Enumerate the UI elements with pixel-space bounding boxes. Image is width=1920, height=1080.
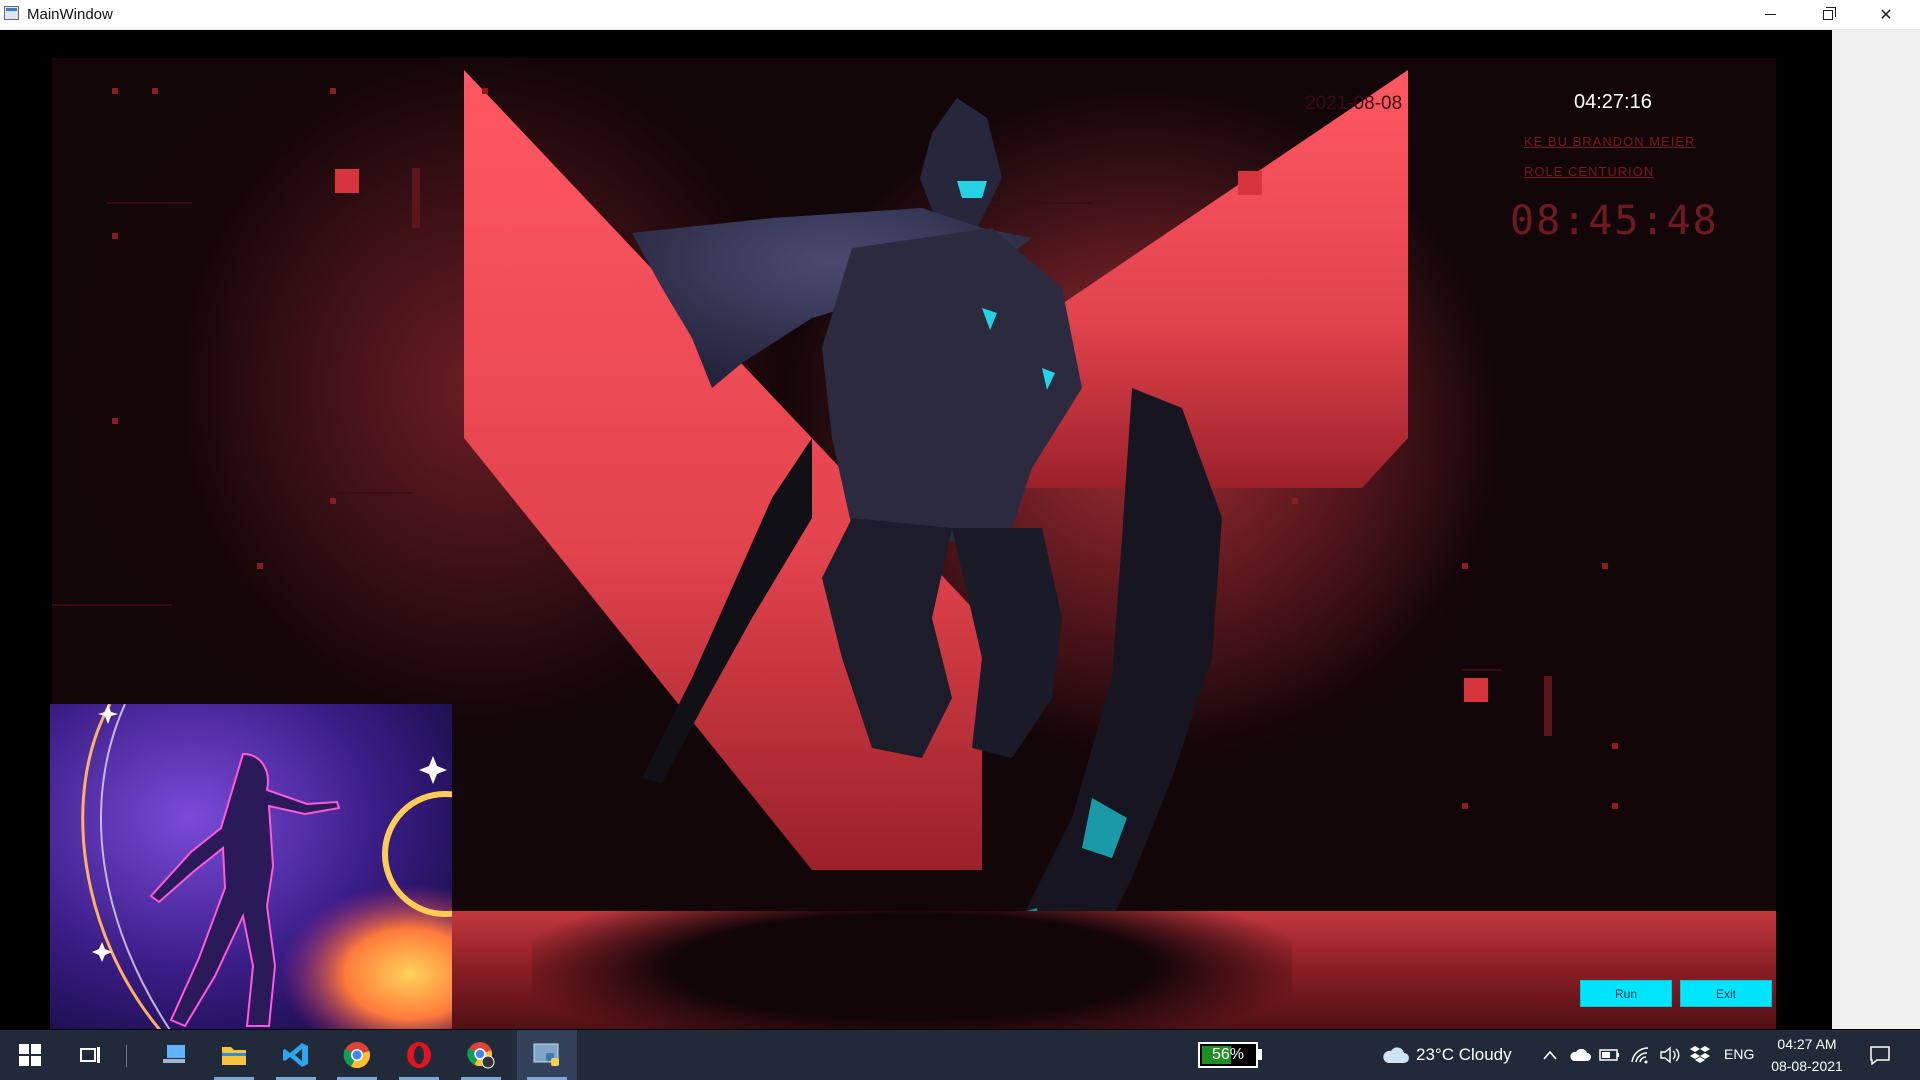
speaker-icon xyxy=(1660,1046,1680,1064)
weather-text: 23°C Cloudy xyxy=(1416,1045,1512,1064)
battery-icon xyxy=(1599,1049,1619,1061)
overlay-clock-label: 04:27:16 xyxy=(1574,91,1652,113)
app-window-icon xyxy=(4,6,19,20)
taskbar-separator xyxy=(126,1045,127,1067)
close-icon: ✕ xyxy=(1879,6,1893,24)
taskbar-this-pc[interactable] xyxy=(144,1030,204,1080)
onedrive-tray[interactable] xyxy=(1568,1042,1592,1068)
show-hidden-icons-button[interactable] xyxy=(1538,1042,1562,1068)
dropbox-tray[interactable] xyxy=(1688,1042,1712,1068)
taskbar-clock-date[interactable]: 08-08-2021 xyxy=(1766,1058,1848,1074)
taskbar-chrome-profile[interactable] xyxy=(451,1030,511,1080)
restore-button[interactable] xyxy=(1799,0,1857,29)
window-title: MainWindow xyxy=(27,6,113,23)
chrome-icon xyxy=(343,1042,370,1069)
notification-icon xyxy=(1870,1046,1890,1065)
network-tray[interactable] xyxy=(1628,1042,1652,1068)
taskbar-python-app[interactable] xyxy=(517,1030,577,1080)
chrome-alt-icon xyxy=(467,1042,495,1069)
taskbar-clock-time[interactable]: 04:27 AM xyxy=(1770,1036,1844,1052)
art-digital-time: 08:45:48 xyxy=(1510,198,1719,244)
art-text-name: KE BU BRANDON MEIER xyxy=(1524,134,1696,149)
window-right-blank-area xyxy=(1832,30,1920,1029)
volume-tray[interactable] xyxy=(1658,1042,1682,1068)
battery-indicator[interactable]: 56% xyxy=(1198,1042,1258,1068)
chevron-up-icon xyxy=(1543,1050,1557,1060)
battery-tip xyxy=(1258,1049,1262,1060)
opera-icon xyxy=(407,1042,431,1068)
weather-widget[interactable]: 23°C Cloudy xyxy=(1380,1043,1512,1067)
taskbar-chrome[interactable] xyxy=(327,1030,387,1080)
art-text-role: ROLE CENTURION xyxy=(1524,164,1655,179)
taskbar-file-explorer[interactable] xyxy=(204,1030,264,1080)
title-bar: MainWindow ✕ xyxy=(0,0,1920,30)
dropbox-icon xyxy=(1690,1046,1710,1063)
cloud-weather-icon xyxy=(1383,1047,1409,1063)
thumbnail-artwork xyxy=(50,704,452,1029)
battery-tray[interactable] xyxy=(1598,1042,1622,1068)
minimize-icon xyxy=(1764,14,1776,15)
battery-percent: 56% xyxy=(1211,1046,1245,1063)
input-language[interactable]: ENG xyxy=(1724,1046,1754,1062)
close-button[interactable]: ✕ xyxy=(1857,0,1915,29)
run-button[interactable]: Run xyxy=(1580,980,1672,1007)
start-button[interactable] xyxy=(0,1030,60,1080)
python-app-icon xyxy=(533,1043,559,1066)
taskbar-opera[interactable] xyxy=(389,1030,449,1080)
vscode-icon xyxy=(283,1043,308,1067)
action-center-button[interactable] xyxy=(1866,1042,1894,1068)
taskbar-vscode[interactable] xyxy=(266,1030,326,1080)
task-view-button[interactable] xyxy=(60,1030,120,1080)
windows-start-icon xyxy=(19,1044,41,1066)
exit-button[interactable]: Exit xyxy=(1680,980,1772,1007)
task-view-icon xyxy=(80,1047,100,1063)
floor-shadow xyxy=(532,911,1292,1029)
minimize-button[interactable] xyxy=(1741,0,1799,29)
restore-icon xyxy=(1823,6,1836,20)
onedrive-cloud-icon xyxy=(1570,1048,1591,1061)
overlay-date-label: 2021-08-08 xyxy=(1305,93,1403,114)
file-explorer-icon xyxy=(222,1047,246,1065)
neon-character-image xyxy=(50,704,452,1029)
wifi-icon xyxy=(1631,1047,1649,1064)
main-window-content: 2021-08-08 04:27:16 KE BU BRANDON MEIER … xyxy=(0,30,1832,1029)
this-pc-icon xyxy=(163,1045,185,1063)
